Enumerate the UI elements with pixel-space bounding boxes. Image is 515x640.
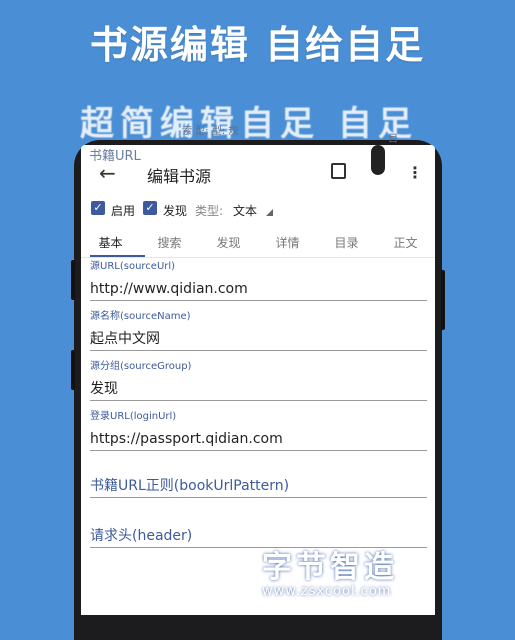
discover-label: 发现 [163,204,188,218]
enabled-label: 启用 [111,204,136,218]
enabled-checkbox[interactable]: ✓ [91,201,105,215]
source-url-label: 源URL(sourceUrl) [90,261,176,272]
watermark-main: 字节智造 [262,550,398,585]
dropdown-arrow-icon[interactable] [266,209,273,216]
tab-bar: 基本 搜索 发现 详情 目录 正文 [81,229,435,258]
tab-basic[interactable]: 基本 [81,234,140,251]
tab-toc[interactable]: 目录 [317,234,376,251]
source-name-input[interactable]: 起点中文网 [90,328,427,351]
source-name-label: 源名称(sourceName) [90,311,191,322]
active-tab-indicator [90,255,145,257]
banner-headline: 书源编辑 自给自足 [89,23,426,67]
phone-side-button [71,350,75,390]
source-group-label: 源分组(sourceGroup) [90,361,192,372]
phone-side-button [71,260,75,300]
source-name-field: 源名称(sourceName) 起点中文网 [90,311,427,351]
tab-discover[interactable]: 发现 [199,234,258,251]
source-group-field: 源分组(sourceGroup) 发现 [90,361,427,401]
type-label: 类型: [195,204,224,218]
ghost-overlay-small-right: 目 [388,134,398,145]
ghost-overlay-text: 超简编辑自足 自足 [80,104,418,144]
app-toolbar: ← 编辑书源 ⋮ [81,157,435,193]
type-select[interactable]: 文本 [233,202,257,219]
watermark-url: www.zsxcool.com [262,584,392,599]
watermark: 字节智造 www.zsxcool.com [262,542,432,599]
tab-detail[interactable]: 详情 [258,234,317,251]
login-url-label: 登录URL(loginUrl) [90,411,177,422]
back-arrow-icon[interactable]: ← [99,161,116,185]
login-url-input[interactable]: https://passport.qidian.com [90,428,427,451]
ghost-overlay-small: 索 型: 型: 规 [182,126,239,137]
book-url-pattern-input[interactable]: 书籍URL正则(bookUrlPattern) [90,475,427,498]
book-url-pattern-field: 书籍URL正则(bookUrlPattern) [90,475,427,498]
source-url-input[interactable]: http://www.qidian.com [90,278,427,301]
source-group-input[interactable]: 发现 [90,378,427,401]
page-title: 编辑书源 [147,167,212,186]
save-icon[interactable] [331,163,346,179]
source-url-field: 源URL(sourceUrl) http://www.qidian.com [90,261,427,301]
discover-checkbox[interactable]: ✓ [143,201,157,215]
tab-search[interactable]: 搜索 [140,234,199,251]
tab-content[interactable]: 正文 [376,234,435,251]
phone-side-button [441,270,445,330]
more-options-icon[interactable]: ⋮ [407,163,423,182]
options-row: ✓ 启用 ✓ 发现 类型: 文本 [91,201,435,225]
login-url-field: 登录URL(loginUrl) https://passport.qidian.… [90,411,427,451]
